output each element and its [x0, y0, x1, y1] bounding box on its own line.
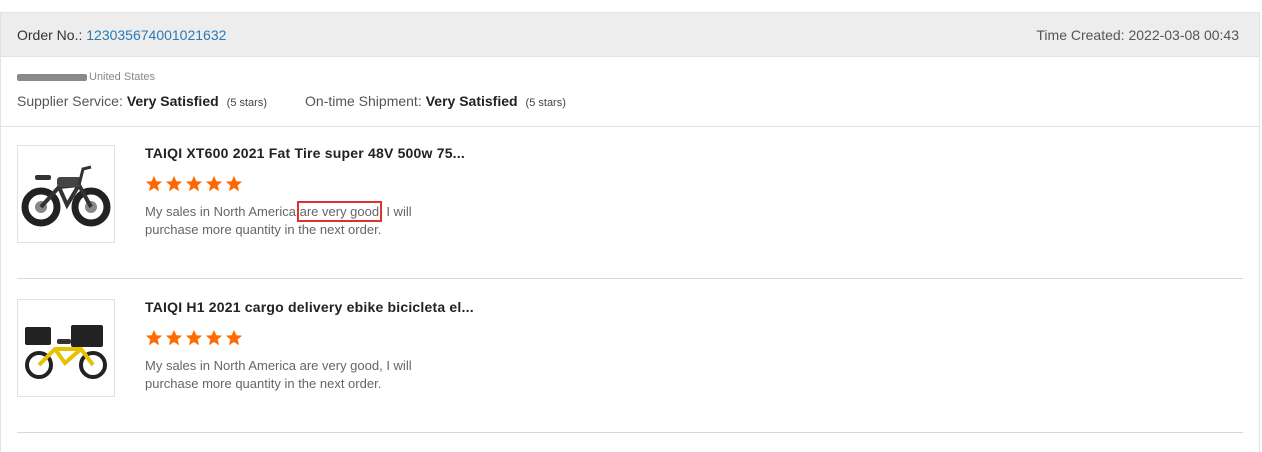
- star-icon: [185, 329, 203, 346]
- product-thumbnail[interactable]: [17, 145, 115, 243]
- supplier-service-value: Very Satisfied: [126, 93, 219, 109]
- product-thumbnail[interactable]: [17, 299, 115, 397]
- product-title[interactable]: TAIQI XT600 2021 Fat Tire super 48V 500w…: [145, 145, 465, 161]
- product-review: TAIQI XT600 2021 Fat Tire super 48V 500w…: [17, 125, 1243, 279]
- supplier-service-stars: (5 stars): [226, 97, 267, 109]
- star-icon: [225, 329, 243, 346]
- shipment-value: Very Satisfied: [425, 93, 518, 109]
- redacted-buyer-name: [17, 73, 87, 81]
- buyer-country: United States: [89, 71, 156, 83]
- cargo-ebike-icon: [25, 325, 107, 379]
- review-stars: [145, 329, 245, 347]
- star-icon: [225, 175, 243, 192]
- order-header: Order No.: 123035674001021632 Time Creat…: [1, 13, 1259, 57]
- supplier-service-label: Supplier Service:: [17, 93, 123, 109]
- highlighted-comment-phrase: are very good: [296, 201, 383, 222]
- star-icon: [205, 329, 223, 346]
- fat-tire-ebike-icon: [21, 165, 111, 227]
- star-icon: [145, 175, 163, 192]
- order-number-label: Order No.:: [17, 26, 83, 43]
- product-title[interactable]: TAIQI H1 2021 cargo delivery ebike bicic…: [145, 299, 474, 315]
- star-icon: [145, 329, 163, 346]
- star-icon: [165, 175, 183, 192]
- shipment-label: On-time Shipment:: [305, 93, 422, 109]
- order-created-time: Time Created: 2022-03-08 00:43: [1036, 26, 1239, 43]
- order-card: Order No.: 123035674001021632 Time Creat…: [0, 12, 1260, 452]
- review-stars: [145, 175, 245, 193]
- buyer-feedback-summary: United States Supplier Service: Very Sat…: [1, 57, 1259, 127]
- order-number-link[interactable]: 123035674001021632: [86, 27, 226, 43]
- service-ratings: Supplier Service: Very Satisfied (5 star…: [17, 93, 1243, 109]
- comment-text-before: My sales in North America: [145, 204, 300, 219]
- product-review: TAIQI H1 2021 cargo delivery ebike bicic…: [17, 279, 1243, 433]
- review-comment: My sales in North America are very good,…: [145, 201, 465, 239]
- star-icon: [185, 175, 203, 192]
- shipment-rating: On-time Shipment: Very Satisfied (5 star…: [305, 93, 566, 109]
- shipment-stars: (5 stars): [525, 97, 566, 109]
- star-icon: [165, 329, 183, 346]
- star-icon: [205, 175, 223, 192]
- order-number-group: Order No.: 123035674001021632: [17, 27, 226, 43]
- supplier-service-rating: Supplier Service: Very Satisfied (5 star…: [17, 93, 267, 109]
- review-comment: My sales in North America are very good,…: [145, 358, 412, 391]
- buyer-info: United States: [17, 69, 1243, 85]
